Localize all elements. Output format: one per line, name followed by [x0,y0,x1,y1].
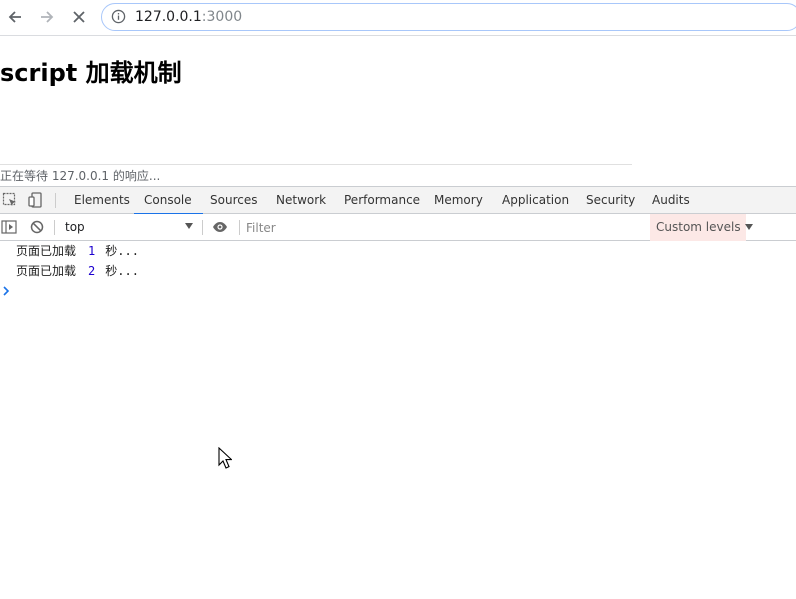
tab-memory[interactable]: Memory [434,187,483,214]
log-levels-label: Custom levels [656,220,741,234]
stop-loading-icon [73,11,85,23]
toolbar-divider [55,193,56,208]
chevron-down-icon [185,223,193,229]
context-select[interactable]: top [56,214,202,241]
message-suffix: 秒... [105,264,139,278]
eye-icon[interactable] [212,219,228,235]
clear-console-icon[interactable] [29,219,45,235]
stop-loading-button[interactable] [68,6,90,28]
message-number: 1 [88,244,96,258]
back-arrow-icon [8,11,21,23]
address-bar[interactable]: 127.0.0.1:3000 [101,3,796,31]
console-message: 页面已加载 2 秒... [0,261,796,281]
mouse-cursor-icon [218,447,232,469]
console-messages: 页面已加载 1 秒... 页面已加载 2 秒... [0,241,796,281]
tab-audits[interactable]: Audits [652,187,690,214]
filter-input[interactable] [246,218,636,237]
toolbar-divider [239,220,240,235]
toolbar-divider [54,220,55,235]
device-toolbar-icon[interactable] [28,192,44,208]
devtools-panel: Elements Console Sources Network Perform… [0,186,796,599]
show-sidebar-icon[interactable] [1,219,17,235]
tab-performance[interactable]: Performance [344,187,420,214]
chevron-down-icon [744,224,753,230]
inspect-element-icon[interactable] [2,192,18,208]
message-suffix: 秒... [105,244,139,258]
console-toolbar: top Custom levels [0,214,796,241]
page-title: script 加载机制 [0,59,182,87]
log-levels-dropdown[interactable]: Custom levels [650,214,753,241]
tab-sources[interactable]: Sources [210,187,257,214]
forward-arrow-icon [41,11,54,23]
console-prompt-icon[interactable] [2,285,12,297]
tab-network[interactable]: Network [276,187,326,214]
url-port: :3000 [201,9,243,25]
message-number: 2 [88,264,96,278]
url-text[interactable]: 127.0.0.1:3000 [135,9,242,26]
forward-button[interactable] [36,6,58,28]
tab-security[interactable]: Security [586,187,635,214]
back-button[interactable] [4,6,26,28]
status-bubble: 正在等待 127.0.0.1 的响应... [0,164,632,186]
tab-elements[interactable]: Elements [74,187,130,214]
tab-application[interactable]: Application [502,187,569,214]
toolbar-divider [202,220,203,235]
url-host: 127.0.0.1 [135,9,202,25]
message-text: 页面已加载 [16,244,77,258]
tab-console[interactable]: Console [134,187,203,215]
site-info-icon[interactable] [111,9,126,24]
context-value: top [65,220,85,234]
devtools-tabbar: Elements Console Sources Network Perform… [0,187,796,215]
message-text: 页面已加载 [16,264,77,278]
browser-toolbar: 127.0.0.1:3000 [0,0,796,36]
console-message: 页面已加载 1 秒... [0,241,796,261]
